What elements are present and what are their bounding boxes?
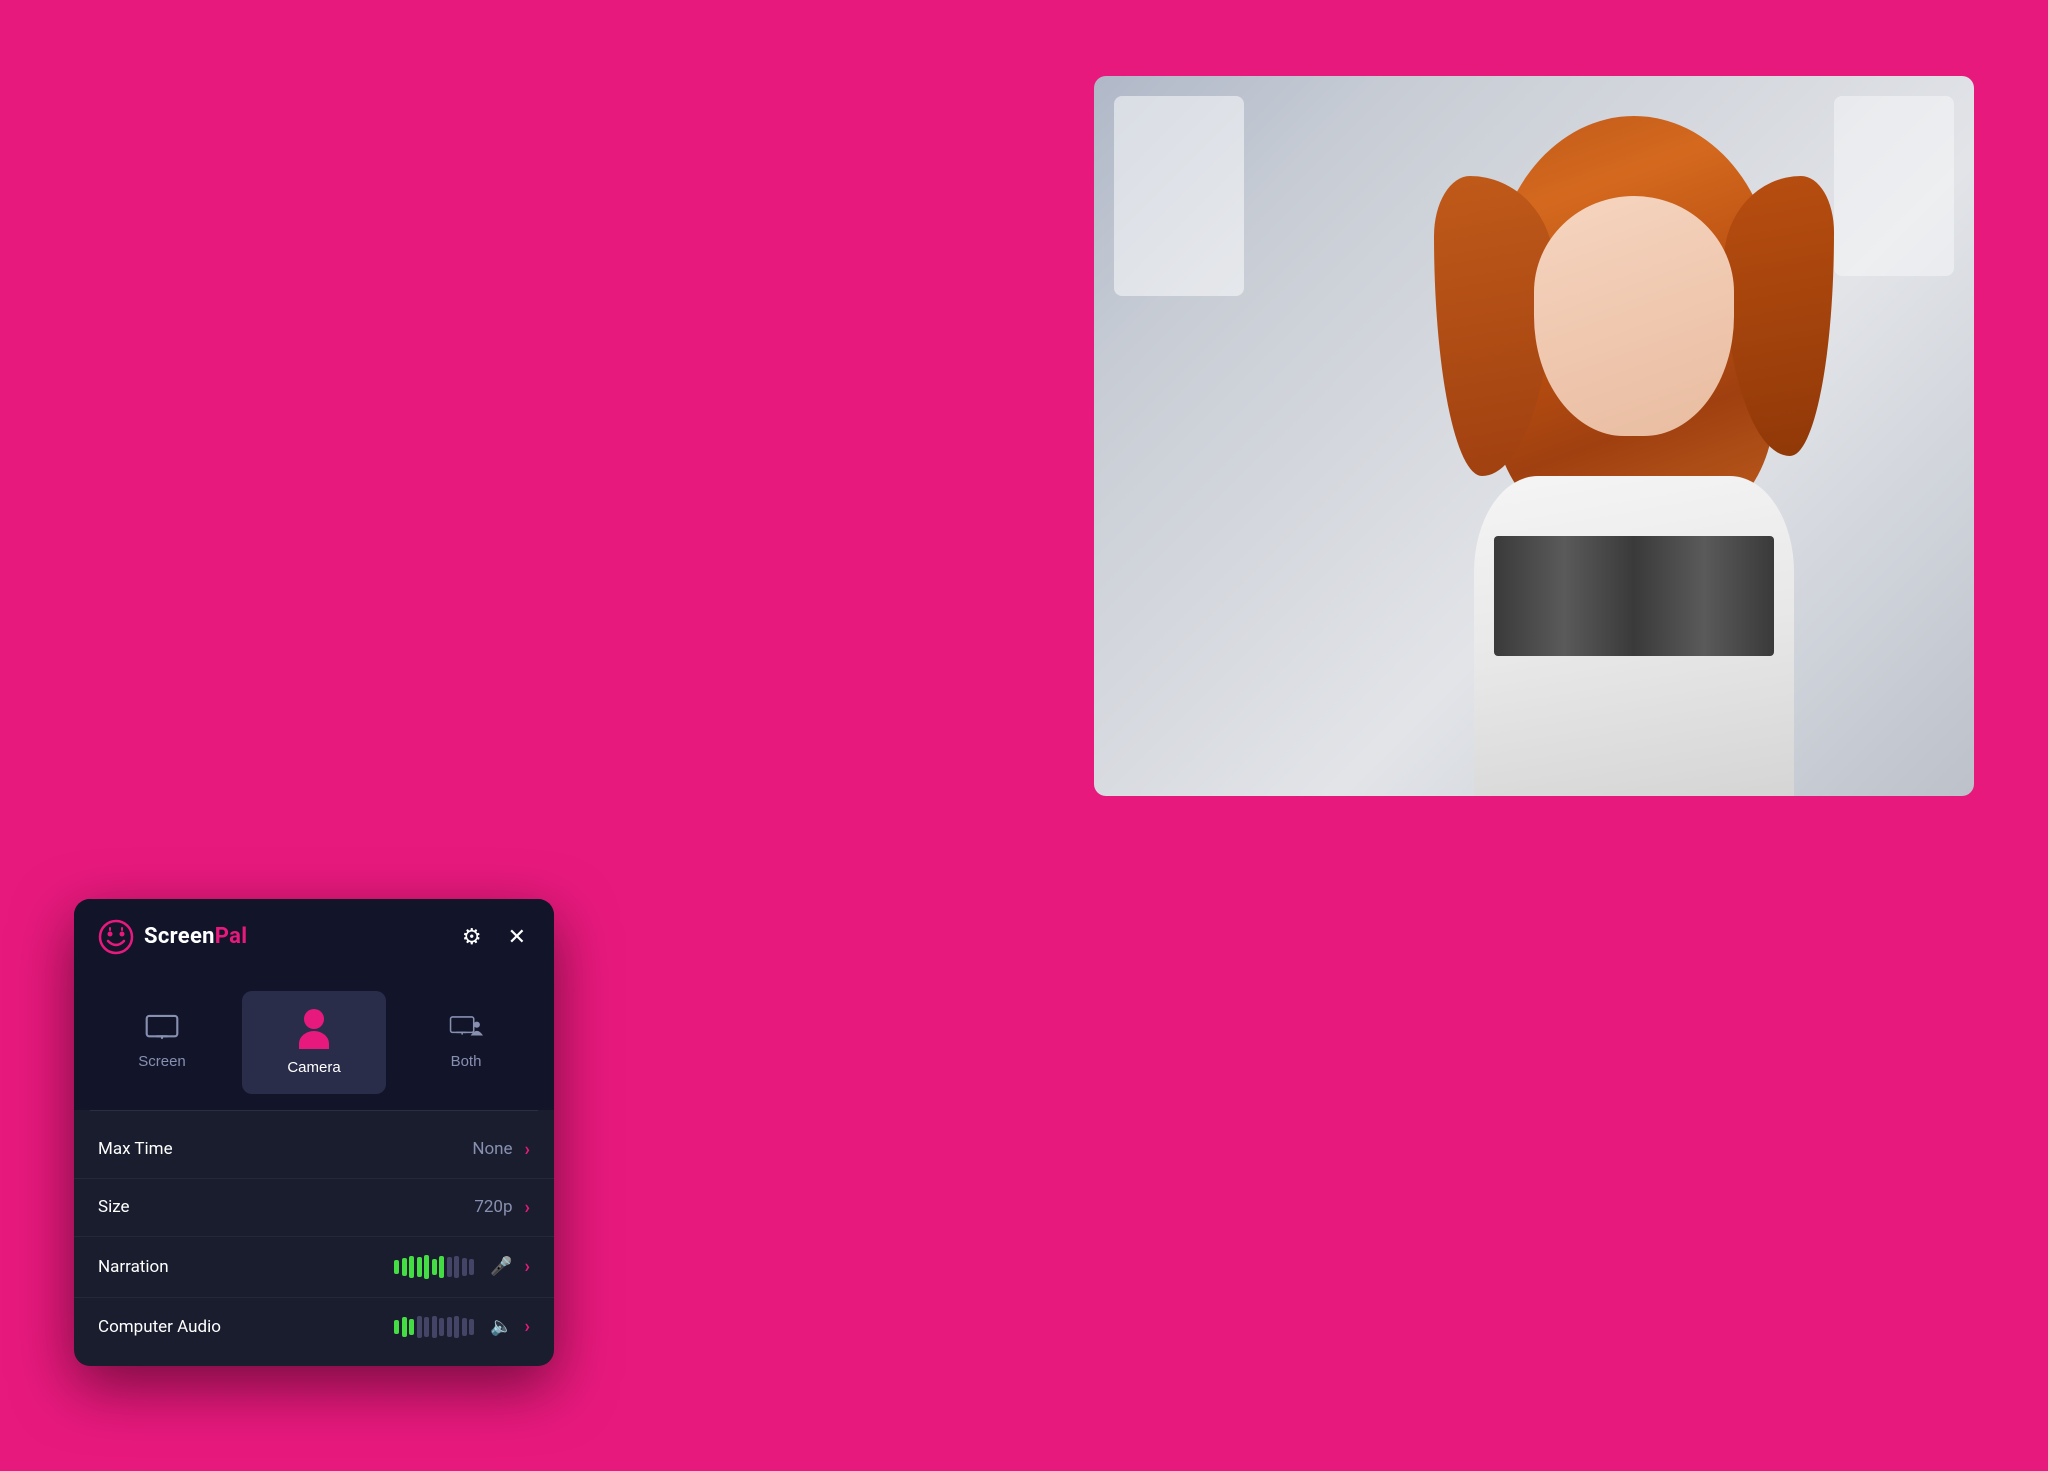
bar-1	[394, 1260, 399, 1274]
tab-both[interactable]: Both	[394, 991, 538, 1094]
ca-bar-11	[469, 1319, 474, 1335]
camera-person-icon	[299, 1009, 329, 1049]
setting-narration[interactable]: Narration	[74, 1237, 554, 1298]
bar-4	[417, 1257, 422, 1277]
tab-camera[interactable]: Camera	[242, 991, 386, 1094]
ca-bar-5	[424, 1317, 429, 1337]
size-value: 720p	[474, 1197, 512, 1217]
narration-label: Narration	[98, 1257, 169, 1277]
ca-bar-9	[454, 1316, 459, 1338]
max-time-chevron: ›	[525, 1139, 530, 1160]
both-icon	[449, 1014, 483, 1043]
logo-pal: Pal	[215, 924, 248, 949]
bar-8	[447, 1257, 452, 1277]
bar-2	[402, 1258, 407, 1276]
max-time-value: None	[472, 1139, 512, 1159]
computer-audio-bars	[394, 1316, 474, 1338]
logo-text: ScreenPal	[144, 924, 247, 949]
person-face	[1534, 196, 1734, 436]
panel-header: ScreenPal ⚙ ✕	[74, 899, 554, 975]
ca-bar-6	[432, 1316, 437, 1338]
window-light-left	[1114, 96, 1244, 296]
setting-size[interactable]: Size 720p ›	[74, 1179, 554, 1237]
narration-right: 🎤 ›	[394, 1255, 530, 1279]
mode-tabs: Screen Camera	[74, 975, 554, 1110]
ca-bar-10	[462, 1318, 467, 1336]
person-head	[304, 1009, 324, 1029]
screen-icon	[145, 1014, 179, 1043]
max-time-right: None ›	[472, 1139, 530, 1160]
bar-7	[439, 1256, 444, 1278]
computer-audio-right: 🔈 ›	[394, 1316, 530, 1338]
ca-bar-7	[439, 1318, 444, 1336]
narration-bars	[394, 1255, 474, 1279]
person-figure	[1384, 116, 1884, 796]
tab-both-label: Both	[451, 1053, 482, 1070]
tab-camera-label: Camera	[287, 1059, 340, 1076]
header-controls: ⚙ ✕	[458, 920, 530, 954]
setting-max-time[interactable]: Max Time None ›	[74, 1121, 554, 1179]
bar-11	[469, 1259, 474, 1275]
computer-audio-chevron: ›	[525, 1316, 530, 1337]
bar-6	[432, 1259, 437, 1275]
computer-audio-speaker-icon: 🔈	[490, 1316, 512, 1337]
size-right: 720p ›	[474, 1197, 530, 1218]
bar-10	[462, 1258, 467, 1276]
close-icon: ✕	[508, 924, 526, 950]
ca-bar-2	[402, 1317, 407, 1337]
bar-9	[454, 1256, 459, 1278]
ca-bar-4	[417, 1316, 422, 1338]
settings-icon: ⚙	[462, 924, 482, 950]
screenpal-panel: ScreenPal ⚙ ✕	[74, 899, 554, 1366]
camera-preview	[1094, 76, 1974, 796]
tab-screen[interactable]: Screen	[90, 991, 234, 1094]
bar-5	[424, 1255, 429, 1279]
setting-computer-audio[interactable]: Computer Audio	[74, 1298, 554, 1356]
size-chevron: ›	[525, 1197, 530, 1218]
ca-bar-3	[409, 1319, 414, 1335]
ca-bar-1	[394, 1320, 399, 1334]
size-label: Size	[98, 1197, 130, 1217]
settings-button[interactable]: ⚙	[458, 920, 486, 954]
bar-3	[409, 1256, 414, 1278]
narration-chevron: ›	[525, 1256, 530, 1277]
ca-bar-8	[447, 1317, 452, 1337]
narration-mic-icon: 🎤	[490, 1256, 512, 1277]
logo-area: ScreenPal	[98, 919, 247, 955]
computer-audio-label: Computer Audio	[98, 1317, 221, 1337]
settings-section: Max Time None › Size 720p › Narration	[74, 1111, 554, 1366]
person-body	[1474, 476, 1794, 796]
tab-screen-label: Screen	[138, 1053, 186, 1070]
screenpal-logo-icon	[98, 919, 134, 955]
person-torso	[299, 1031, 329, 1049]
max-time-label: Max Time	[98, 1139, 173, 1159]
main-scene: ScreenPal ⚙ ✕	[74, 76, 1974, 1396]
close-button[interactable]: ✕	[504, 920, 530, 954]
